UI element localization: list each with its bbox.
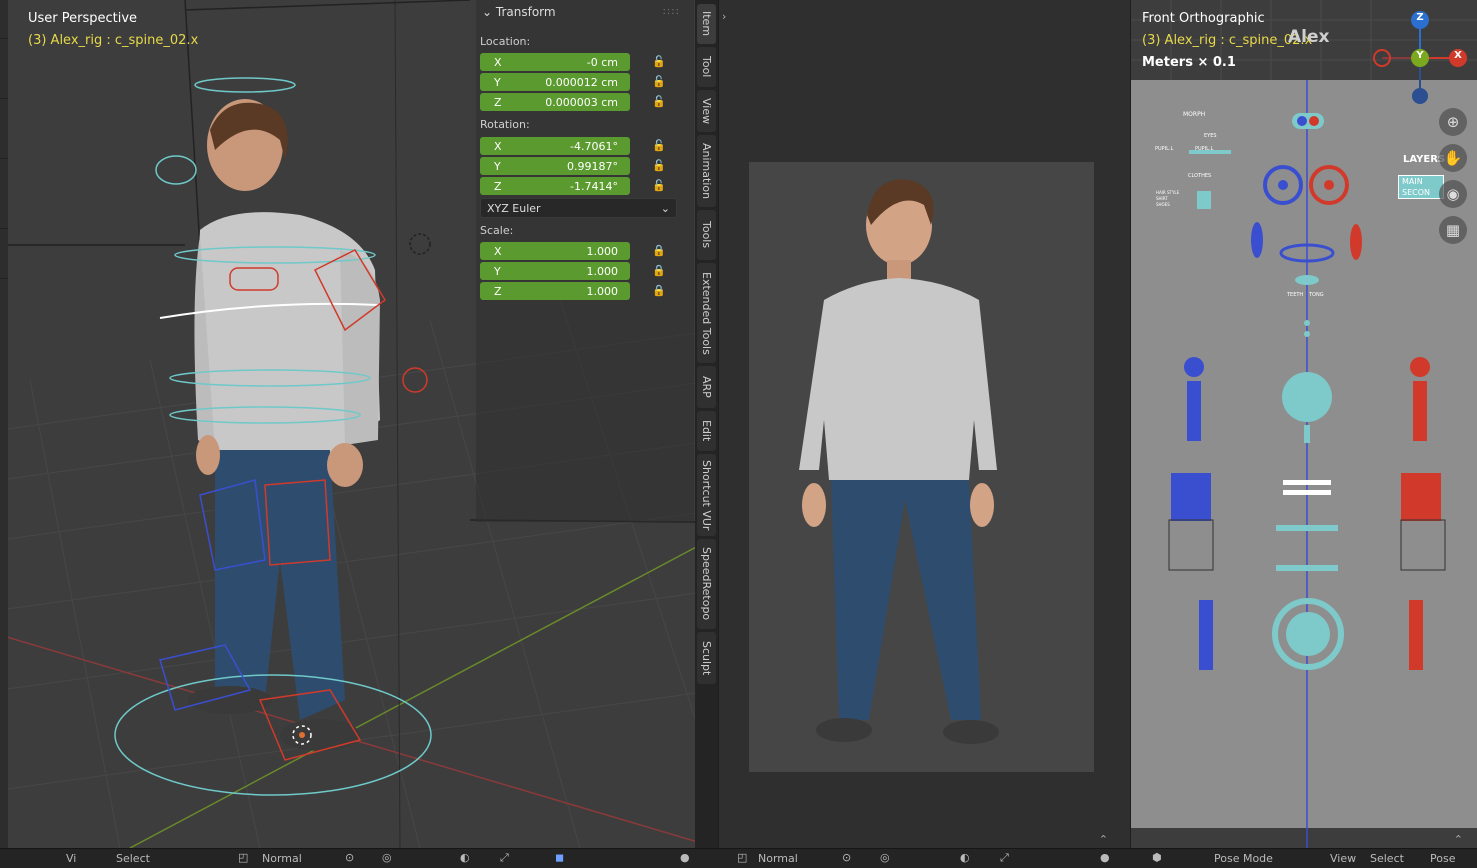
viewport-header-bar: Vi Select ◰ Normal ⊙ ◎ ◐ ⤢ ◼ ● ◰ Normal …: [0, 848, 1477, 868]
viewport-user-perspective[interactable]: User Perspective (3) Alex_rig : c_spine_…: [0, 0, 718, 848]
scale-y-field[interactable]: Y 1.000: [480, 262, 630, 280]
rotation-label: Rotation:: [480, 118, 530, 131]
picker-eyes-label: EYES: [1204, 133, 1217, 139]
scale-x-field[interactable]: X 1.000: [480, 242, 630, 260]
mode-dropdown[interactable]: Pose Mode: [1214, 852, 1273, 865]
pivot-icon[interactable]: ⊙: [842, 852, 854, 864]
chevron-up-icon[interactable]: ⌃: [1099, 833, 1108, 846]
orientation-icon[interactable]: ◰: [238, 852, 250, 864]
tab-view[interactable]: View: [697, 90, 716, 132]
layer-second-button[interactable]: SECON: [1402, 187, 1443, 198]
gizmo-icon[interactable]: ⤢: [1000, 852, 1012, 864]
picker-shirt-label: SHIRT: [1156, 196, 1168, 201]
orientation-icon[interactable]: ◰: [737, 852, 749, 864]
menu-view[interactable]: Vi: [66, 852, 76, 865]
lock-closed-icon[interactable]: 🔒: [652, 264, 666, 278]
toolbar-strip[interactable]: [0, 0, 8, 848]
lock-open-icon[interactable]: 🔓: [652, 95, 666, 109]
picker-teeth-label: TEETH: [1287, 292, 1304, 298]
rotation-x-field[interactable]: X -4.7061°: [480, 137, 630, 155]
viewport-front-orthographic[interactable]: ‹› Front Orthographic (3) Alex_rig : c_s…: [1131, 0, 1477, 848]
picker-tong-label: TONG: [1309, 292, 1324, 298]
menu-select[interactable]: Select: [116, 852, 150, 865]
orientation-dropdown[interactable]: Normal: [262, 852, 302, 865]
menu-pose[interactable]: Pose: [1430, 852, 1455, 865]
chevron-down-icon: ⌄: [660, 201, 670, 215]
lock-closed-icon[interactable]: 🔒: [652, 284, 666, 298]
picker-hair-label: HAIR STYLE: [1156, 190, 1180, 195]
location-label: Location:: [480, 35, 531, 48]
location-x-field[interactable]: X -0 cm: [480, 53, 630, 71]
rotation-z-field[interactable]: Z -1.7414°: [480, 177, 630, 195]
viewport-title: Front Orthographic: [1142, 11, 1265, 26]
picker-morph-label: MORPH: [1183, 111, 1206, 118]
pan-hand-icon[interactable]: ✋: [1439, 144, 1467, 172]
active-object-label: (3) Alex_rig : c_spine_02.x: [28, 33, 199, 48]
object-icon[interactable]: ⬢: [1152, 852, 1164, 864]
scale-label: Scale:: [480, 224, 514, 237]
location-z-field[interactable]: Z 0.000003 cm: [480, 93, 630, 111]
zoom-icon[interactable]: ⊕: [1439, 108, 1467, 136]
lock-open-icon[interactable]: 🔓: [652, 139, 666, 153]
tab-edit[interactable]: Edit: [697, 411, 716, 451]
lock-open-icon[interactable]: 🔓: [652, 55, 666, 69]
picker-layers-buttons[interactable]: MAIN SECON: [1398, 175, 1444, 199]
layer-main-button[interactable]: MAIN: [1402, 176, 1443, 187]
picker-shoes-label: SHOES: [1156, 202, 1170, 207]
tab-animation[interactable]: Animation: [697, 135, 716, 207]
scale-z-field[interactable]: Z 1.000: [480, 282, 630, 300]
location-y-field[interactable]: Y 0.000012 cm: [480, 73, 630, 91]
shading-icon[interactable]: ●: [1100, 852, 1112, 864]
viewport-title: User Perspective: [28, 11, 138, 26]
viewport-camera-view[interactable]: › ⌃: [719, 0, 1130, 848]
grid-icon[interactable]: ▦: [1439, 216, 1467, 244]
camera-render: [749, 162, 1094, 772]
lock-open-icon[interactable]: 🔓: [652, 179, 666, 193]
tab-extended-tools[interactable]: Extended Tools: [697, 263, 716, 363]
tab-sculpt[interactable]: Sculpt: [697, 632, 716, 684]
active-object-label: (3) Alex_rig : c_spine_02.x: [1142, 33, 1313, 48]
camera-icon[interactable]: ◉: [1439, 180, 1467, 208]
lock-open-icon[interactable]: 🔓: [652, 159, 666, 173]
rig-name-overlay: Alex: [1288, 27, 1330, 47]
tab-tools[interactable]: Tools: [697, 210, 716, 260]
visibility-icon[interactable]: ◐: [460, 852, 472, 864]
transform-panel-title: Transform: [495, 5, 556, 19]
tab-speedretopo[interactable]: SpeedRetopo: [697, 539, 716, 629]
overlay-icon[interactable]: ◼: [555, 852, 567, 864]
menu-view[interactable]: View: [1330, 852, 1356, 865]
chevron-down-icon[interactable]: ⌄: [482, 5, 492, 19]
gizmo-icon[interactable]: ⤢: [500, 852, 512, 864]
drag-grip-icon[interactable]: ::::: [663, 6, 680, 17]
sidebar-tabs: Item Tool View Animation Tools Extended …: [695, 0, 718, 848]
menu-select[interactable]: Select: [1370, 852, 1404, 865]
picker-clothes-label: CLOTHES: [1188, 173, 1212, 179]
picker-pupil-right-label: PUPIL.L: [1195, 146, 1214, 152]
transform-panel: ⌄ Transform :::: Location: X -0 cm 🔓 Y 0…: [476, 0, 694, 522]
lock-closed-icon[interactable]: 🔒: [652, 244, 666, 258]
tab-item[interactable]: Item: [697, 4, 716, 44]
grid-scale-label: Meters × 0.1: [1142, 55, 1236, 70]
orientation-dropdown[interactable]: Normal: [758, 852, 798, 865]
tab-arp[interactable]: ARP: [697, 366, 716, 408]
shading-icon[interactable]: ●: [680, 852, 692, 864]
chevron-up-icon[interactable]: ⌃: [1454, 833, 1463, 846]
gizmo-x-label[interactable]: X: [1453, 50, 1463, 61]
rotation-y-field[interactable]: Y 0.99187°: [480, 157, 630, 175]
gizmo-z-label[interactable]: Z: [1415, 12, 1425, 23]
snap-icon[interactable]: ◎: [880, 852, 892, 864]
snap-icon[interactable]: ◎: [382, 852, 394, 864]
picker-board: [1131, 0, 1477, 848]
visibility-icon[interactable]: ◐: [960, 852, 972, 864]
lock-open-icon[interactable]: 🔓: [652, 75, 666, 89]
picker-pupil-left-label: PUPIL.L: [1155, 146, 1174, 152]
tab-shortcut-vur[interactable]: Shortcut VUr: [697, 454, 716, 536]
tab-tool[interactable]: Tool: [697, 47, 716, 87]
transform-panel-header[interactable]: ⌄ Transform: [482, 5, 556, 19]
rotation-mode-select[interactable]: XYZ Euler ⌄: [480, 198, 677, 218]
gizmo-y-label[interactable]: Y: [1415, 50, 1425, 61]
pivot-icon[interactable]: ⊙: [345, 852, 357, 864]
